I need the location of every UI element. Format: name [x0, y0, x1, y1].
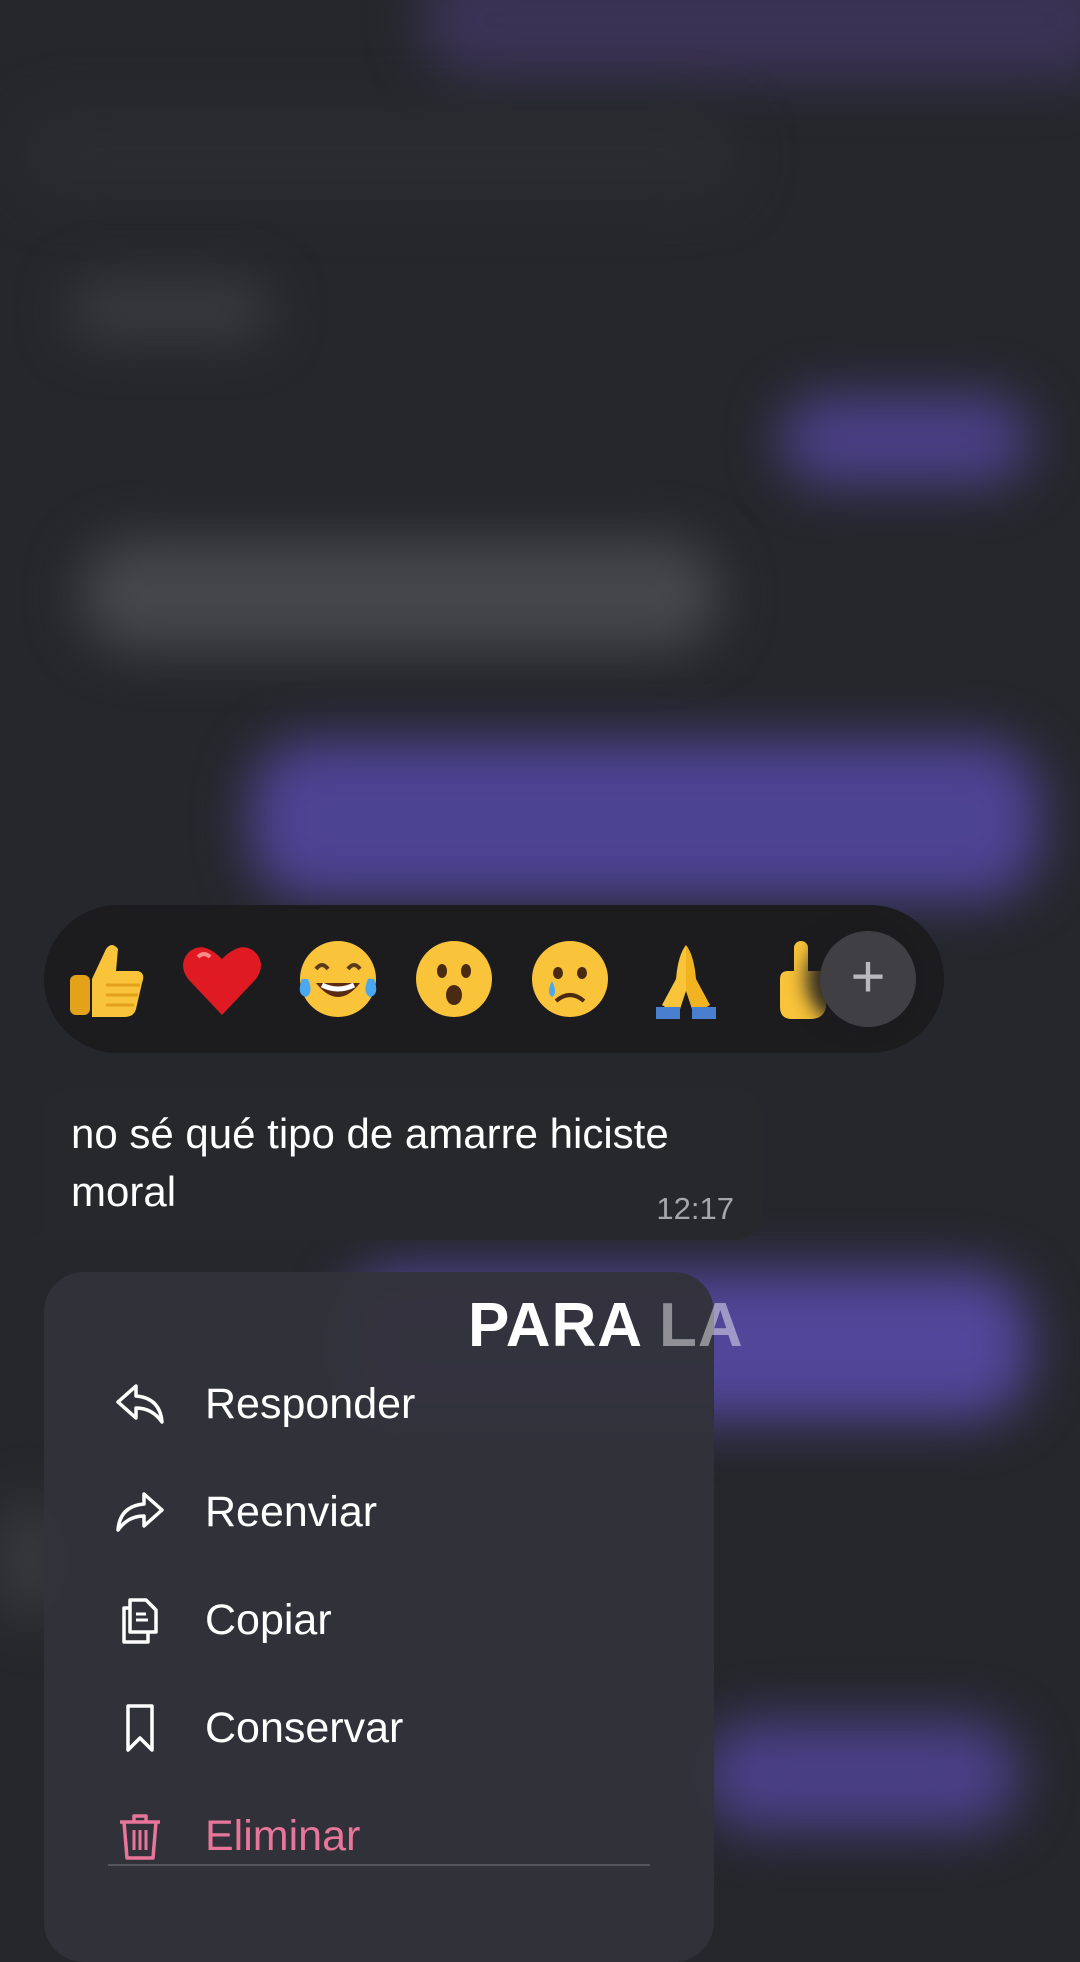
menu-item-save[interactable]: Conservar: [44, 1678, 714, 1778]
blurred-message: [700, 1720, 1020, 1830]
menu-item-label: Responder: [205, 1379, 416, 1428]
thumbs-up-icon[interactable]: [62, 935, 150, 1023]
message-timestamp: 12:17: [656, 1191, 734, 1226]
menu-item-label: Conservar: [205, 1703, 404, 1752]
red-heart-icon[interactable]: [178, 935, 266, 1023]
menu-item-copy[interactable]: Copiar: [44, 1570, 714, 1670]
menu-item-delete[interactable]: Eliminar: [44, 1786, 714, 1886]
menu-item-reply[interactable]: Responder: [44, 1354, 714, 1454]
blurred-message: [250, 740, 1040, 900]
message-context-menu: Responder Reenviar Copiar Conservar Elim…: [44, 1272, 714, 1962]
reaction-bar: +: [44, 905, 944, 1053]
crying-face-icon[interactable]: [526, 935, 614, 1023]
copy-icon: [112, 1592, 168, 1648]
menu-item-label: Reenviar: [205, 1487, 378, 1536]
caption-word: LA: [659, 1291, 744, 1360]
trash-icon: [112, 1808, 168, 1864]
blurred-message: [80, 540, 720, 650]
menu-item-forward[interactable]: Reenviar: [44, 1462, 714, 1562]
blurred-message: [780, 395, 1030, 485]
surprised-face-icon[interactable]: [410, 935, 498, 1023]
more-reactions-button[interactable]: +: [820, 931, 916, 1027]
blurred-message: [70, 280, 270, 340]
caption-word: PARA: [468, 1291, 641, 1360]
video-caption: PARA LA: [468, 1290, 744, 1361]
menu-item-label: Eliminar: [205, 1811, 361, 1860]
forward-icon: [112, 1484, 168, 1540]
reply-icon: [112, 1376, 168, 1432]
message-bubble[interactable]: no sé qué tipo de amarre hiciste moral 1…: [44, 1087, 762, 1240]
blurred-message: [420, 0, 1080, 80]
message-text: no sé qué tipo de amarre hiciste moral: [71, 1110, 669, 1215]
plus-icon: +: [850, 943, 886, 1010]
folded-hands-icon[interactable]: [642, 935, 730, 1023]
menu-item-label: Copiar: [205, 1595, 332, 1644]
bookmark-icon: [112, 1700, 168, 1756]
blurred-message: [20, 110, 740, 200]
tears-of-joy-icon[interactable]: [294, 935, 382, 1023]
menu-divider: [108, 1864, 650, 1866]
